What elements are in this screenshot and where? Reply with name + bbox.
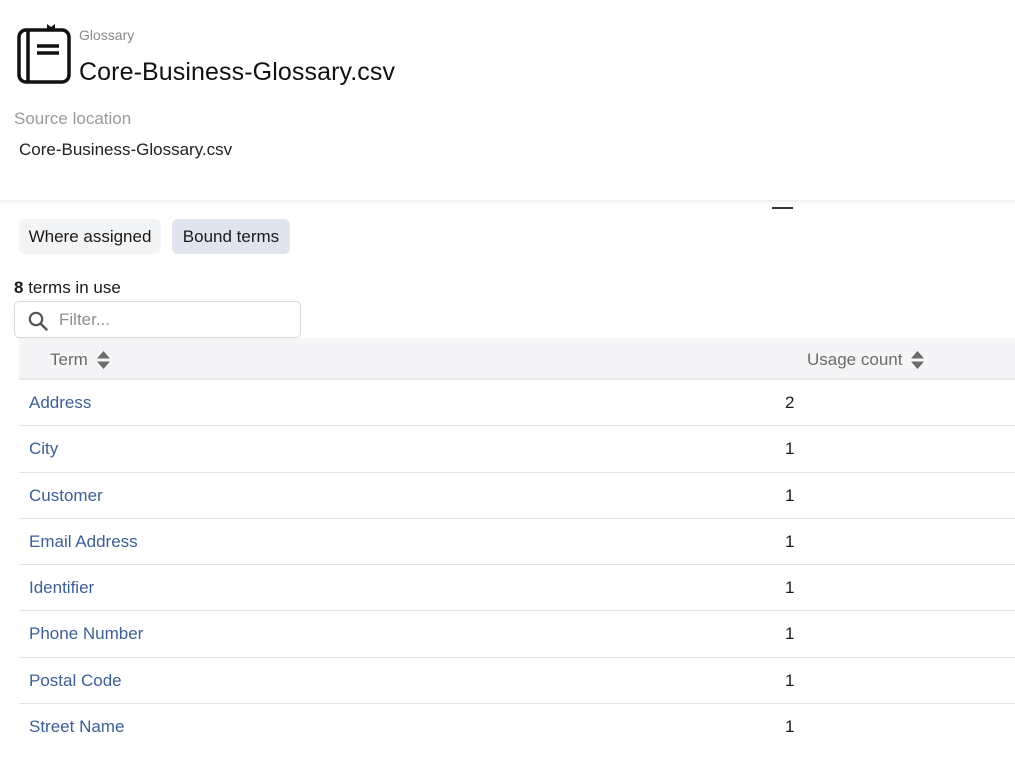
table-row: Customer 1: [19, 473, 1015, 519]
usage-count: 1: [785, 531, 795, 551]
glossary-header: Glossary Core-Business-Glossary.csv Sour…: [0, 0, 1015, 201]
term-link[interactable]: Email Address: [29, 532, 138, 552]
term-link[interactable]: Street Name: [29, 717, 124, 737]
source-location-label: Source location: [14, 109, 132, 128]
table-row: Identifier 1: [19, 565, 1015, 612]
term-link[interactable]: Address: [29, 393, 91, 413]
overflow-indicator: [772, 207, 793, 209]
column-header-usage-label: Usage count: [807, 350, 903, 369]
table-row: Email Address 1: [19, 519, 1015, 566]
usage-count: 1: [785, 717, 795, 737]
column-header-term[interactable]: Term: [50, 350, 110, 370]
search-icon: [28, 311, 48, 331]
table-row: City 1: [19, 426, 1015, 473]
tab-bound-terms[interactable]: Bound terms: [172, 219, 290, 254]
book-icon: [17, 24, 71, 84]
usage-count: 1: [785, 439, 795, 459]
terms-count: 8 terms in use: [14, 278, 121, 298]
table-row: Street Name 1: [19, 704, 1015, 750]
table-row: Postal Code 1: [19, 658, 1015, 705]
term-link[interactable]: Customer: [29, 486, 103, 506]
usage-count: 1: [785, 485, 795, 505]
usage-count: 1: [785, 670, 795, 690]
term-link[interactable]: Phone Number: [29, 624, 143, 644]
terms-table-body: Address 2 City 1 Customer 1 Email Addres…: [19, 380, 1015, 750]
column-header-usage-count[interactable]: Usage count: [807, 350, 925, 370]
sort-icon: [96, 351, 110, 369]
table-row: Address 2: [19, 380, 1015, 427]
sort-icon: [911, 351, 925, 369]
source-location-value: Core-Business-Glossary.csv: [19, 140, 233, 159]
usage-count: 2: [785, 393, 795, 412]
tab-where-assigned[interactable]: Where assigned: [19, 219, 161, 254]
table-row: Phone Number 1: [19, 611, 1015, 658]
column-header-term-label: Term: [50, 350, 88, 369]
usage-count: 1: [785, 578, 795, 598]
page-title: Core-Business-Glossary.csv: [79, 58, 396, 86]
usage-count: 1: [785, 624, 795, 644]
entity-type-label: Glossary: [79, 27, 135, 43]
filter-box: [14, 301, 301, 338]
term-link[interactable]: Identifier: [29, 578, 94, 598]
filter-input[interactable]: [59, 308, 289, 332]
term-link[interactable]: City: [29, 439, 58, 459]
table-header: Term Usage count: [19, 338, 1015, 380]
terms-count-suffix: terms in use: [23, 278, 121, 297]
term-link[interactable]: Postal Code: [29, 671, 122, 691]
